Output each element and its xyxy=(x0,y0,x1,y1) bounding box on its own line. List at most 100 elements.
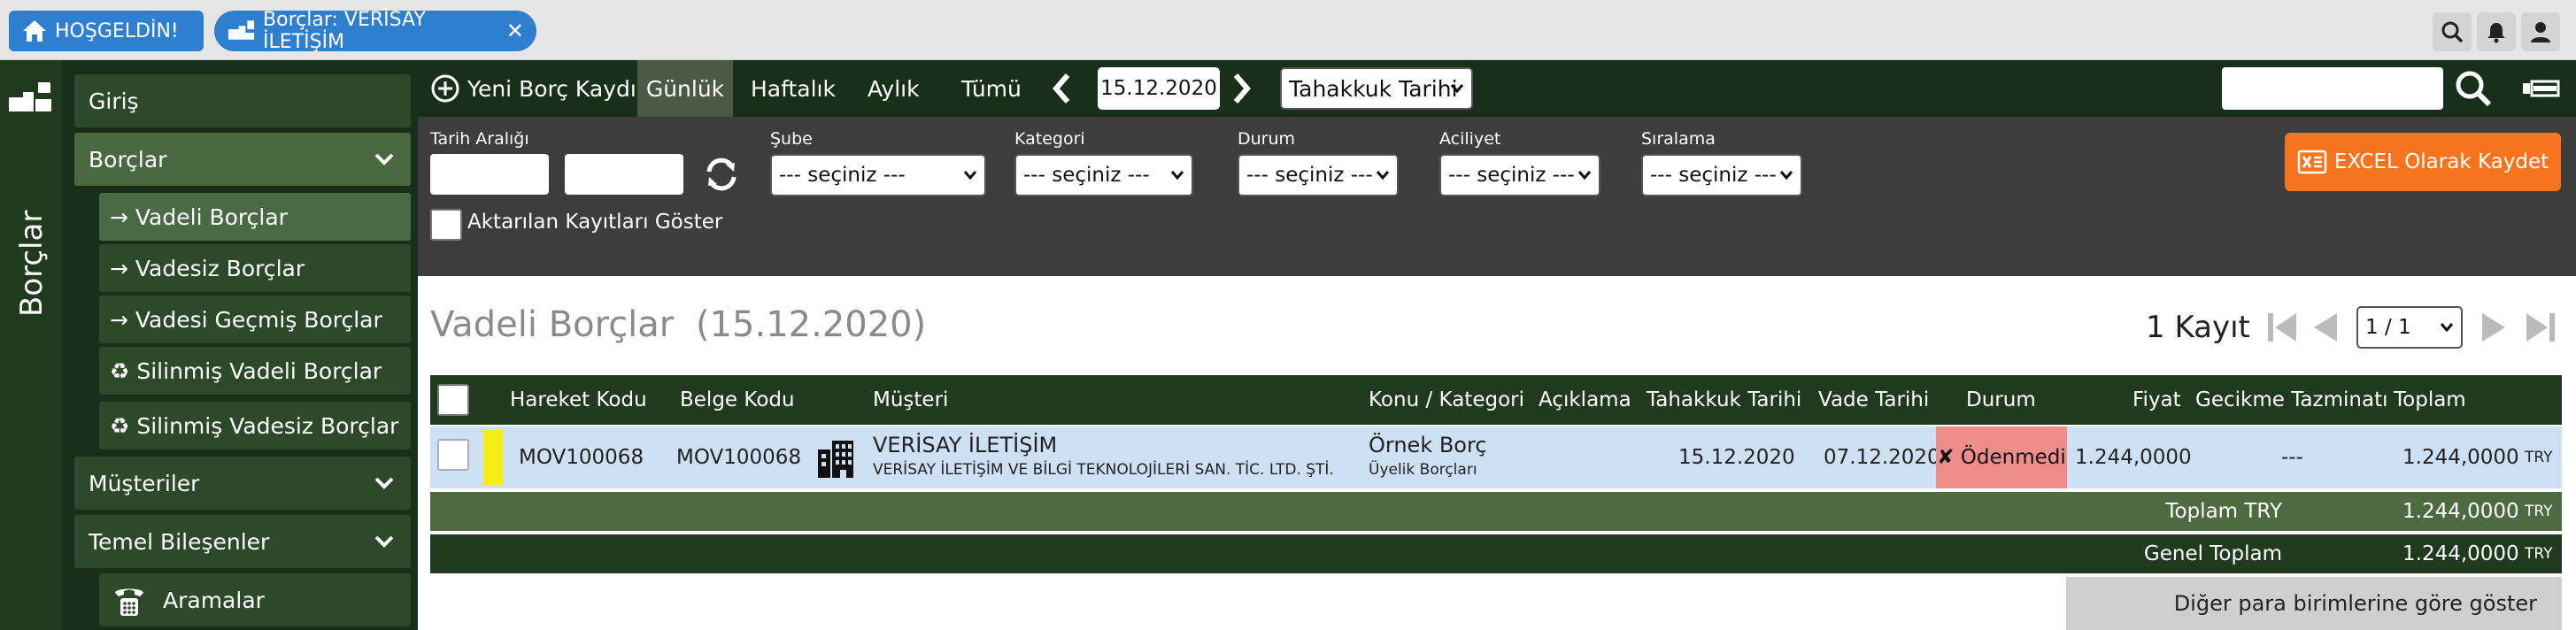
phone-icon xyxy=(115,588,143,616)
row-checkbox[interactable] xyxy=(437,439,469,471)
cell-fiyat: 1.244,0000 xyxy=(2075,446,2192,469)
col-tahakkuk-tarihi[interactable]: Tahakkuk Tarihi xyxy=(1647,375,1801,425)
new-record-button[interactable]: Yeni Borç Kaydı xyxy=(430,60,636,117)
grand-total-currency: TRY xyxy=(2525,545,2553,563)
kategori-select[interactable]: --- seçiniz --- xyxy=(1014,154,1193,196)
sidebar-item-musteriler[interactable]: Müşteriler xyxy=(74,457,411,510)
sidebar-item-label: Aramalar xyxy=(163,587,265,613)
chevron-down-icon xyxy=(1376,171,1390,181)
label-durum: Durum xyxy=(1238,129,1296,149)
sum-row-try: Toplam TRY 1.244,0000 TRY xyxy=(430,492,2562,531)
sidebar-item-label: Müşteriler xyxy=(89,470,200,496)
prev-date-button[interactable] xyxy=(1052,60,1071,117)
cell-hareket-kodu: MOV100068 xyxy=(519,446,644,469)
sum-try-value: 1.244,0000 xyxy=(2402,500,2519,523)
col-musteri[interactable]: Müşteri xyxy=(873,375,948,425)
col-konu-kategori[interactable]: Konu / Kategori xyxy=(1369,375,1524,425)
sidebar-item-silinmis-vadesiz[interactable]: ♻ Silinmiş Vadesiz Borçlar xyxy=(99,402,411,449)
kategori-select-value: --- seçiniz --- xyxy=(1023,164,1150,187)
siralama-select[interactable]: --- seçiniz --- xyxy=(1641,154,1802,196)
tab-haftalik[interactable]: Haftalık xyxy=(751,60,836,117)
col-hareket-kodu[interactable]: Hareket Kodu xyxy=(510,375,647,425)
sidebar-item-vadeli[interactable]: → Vadeli Borçlar xyxy=(99,193,411,241)
search-input[interactable] xyxy=(2222,67,2443,110)
col-vade-tarihi[interactable]: Vade Tarihi xyxy=(1818,375,1929,425)
refresh-icon[interactable] xyxy=(701,154,742,195)
tab-tumu[interactable]: Tümü xyxy=(961,60,1022,117)
first-page-icon[interactable] xyxy=(2266,311,2298,343)
prev-page-icon[interactable] xyxy=(2310,311,2339,343)
select-all-checkbox[interactable] xyxy=(437,384,469,416)
next-date-button[interactable] xyxy=(1232,60,1252,117)
durum-select[interactable]: --- seçiniz --- xyxy=(1238,154,1399,196)
search-button[interactable] xyxy=(2433,12,2472,51)
label-tarih-araligi: Tarih Aralığı xyxy=(430,129,529,149)
sidebar-item-label: → Vadesiz Borçlar xyxy=(110,255,305,281)
table-row[interactable]: MOV100068 MOV100068 VERİSAY İLETİŞİM VER… xyxy=(430,426,2562,488)
tab-aylik[interactable]: Aylık xyxy=(868,60,920,117)
status-badge: ✘ Ödenmedi xyxy=(1936,426,2067,488)
page-title-date: (15.12.2020) xyxy=(695,304,927,345)
col-gecikme-tazminati[interactable]: Gecikme Tazminatı xyxy=(2195,375,2387,425)
sidebar-item-borclar[interactable]: Borçlar xyxy=(74,133,411,186)
sidebar-item-temel-bilesenler[interactable]: Temel Bileşenler xyxy=(74,515,411,568)
date-range-start-input[interactable] xyxy=(430,154,549,195)
home-icon xyxy=(23,20,46,42)
excel-icon xyxy=(2297,150,2327,174)
col-fiyat[interactable]: Fiyat xyxy=(2133,375,2181,425)
chevron-down-icon xyxy=(963,171,977,181)
user-icon xyxy=(2531,22,2550,42)
search-icon xyxy=(2441,21,2464,43)
panel-toggle-icon xyxy=(2523,80,2560,97)
borclar-tab[interactable]: Borçlar: VERİSAY İLETİŞİM ✕ xyxy=(214,9,536,53)
col-belge-kodu[interactable]: Belge Kodu xyxy=(680,375,795,425)
cell-currency: TRY xyxy=(2525,449,2553,466)
date-type-select[interactable]: Tahakkuk Tarihi xyxy=(1280,67,1473,110)
home-tab[interactable]: HOŞGELDİN! xyxy=(9,11,204,51)
aktarilan-checkbox[interactable] xyxy=(430,209,462,241)
sidebar-item-label: → Vadesi Geçmiş Borçlar xyxy=(110,306,382,333)
date-input[interactable]: 15.12.2020 xyxy=(1098,67,1220,110)
aciliyet-select-value: --- seçiniz --- xyxy=(1448,164,1575,187)
borclar-tab-label: Borçlar: VERİSAY İLETİŞİM xyxy=(263,9,426,53)
sidebar-item-vadesi-gecmis[interactable]: → Vadesi Geçmiş Borçlar xyxy=(99,296,411,343)
sube-select[interactable]: --- seçiniz --- xyxy=(770,154,986,196)
search-submit-button[interactable] xyxy=(2454,60,2493,117)
sidebar-item-vadesiz[interactable]: → Vadesiz Borçlar xyxy=(99,244,411,292)
chevron-down-icon xyxy=(1577,171,1592,181)
toolbar: Yeni Borç Kaydı Günlük Haftalık Aylık Tü… xyxy=(418,60,2576,117)
page-title-text: Vadeli Borçlar xyxy=(430,304,675,345)
cell-tahakkuk-tarihi: 15.12.2020 xyxy=(1678,446,1795,469)
close-tab-icon[interactable]: ✕ xyxy=(506,19,524,43)
home-tab-label: HOŞGELDİN! xyxy=(55,19,179,42)
cell-musteri-full: VERİSAY İLETİŞİM VE BİLGİ TEKNOLOJİLERİ … xyxy=(873,461,1334,479)
notifications-button[interactable] xyxy=(2477,12,2516,51)
col-aciklama[interactable]: Açıklama xyxy=(1539,375,1631,425)
chevron-right-icon xyxy=(1233,73,1251,104)
next-page-icon[interactable] xyxy=(2480,311,2509,343)
date-type-value: Tahakkuk Tarihi xyxy=(1289,75,1458,102)
col-durum[interactable]: Durum xyxy=(1966,375,2036,425)
sidebar-item-aramalar[interactable]: Aramalar xyxy=(99,573,411,626)
chevron-down-icon xyxy=(374,535,394,548)
chevron-down-icon xyxy=(1779,171,1793,181)
cell-kategori: Üyelik Borçları xyxy=(1369,461,1477,479)
col-toplam[interactable]: Toplam xyxy=(2394,375,2466,425)
date-value: 15.12.2020 xyxy=(1100,77,1217,100)
chevron-down-icon xyxy=(374,477,394,489)
cell-musteri-name[interactable]: VERİSAY İLETİŞİM xyxy=(873,432,1057,458)
debt-module-icon xyxy=(9,81,52,111)
sidebar-item-giris[interactable]: Giriş xyxy=(74,74,411,127)
top-bar: HOŞGELDİN! Borçlar: VERİSAY İLETİŞİM ✕ xyxy=(0,0,2576,60)
user-button[interactable] xyxy=(2521,12,2560,51)
date-range-end-input[interactable] xyxy=(565,154,683,195)
toggle-panel-button[interactable] xyxy=(2521,60,2560,117)
tab-gunluk[interactable]: Günlük xyxy=(637,60,733,117)
excel-export-label: EXCEL Olarak Kaydet xyxy=(2333,150,2549,173)
page-select[interactable]: 1 / 1 xyxy=(2356,306,2463,349)
other-currencies-button[interactable]: Diğer para birimlerine göre göster xyxy=(2066,577,2562,630)
sidebar-item-silinmis-vadeli[interactable]: ♻ Silinmiş Vadeli Borçlar xyxy=(99,347,411,395)
excel-export-button[interactable]: EXCEL Olarak Kaydet xyxy=(2285,133,2561,191)
aciliyet-select[interactable]: --- seçiniz --- xyxy=(1439,154,1600,196)
last-page-icon[interactable] xyxy=(2525,311,2557,343)
